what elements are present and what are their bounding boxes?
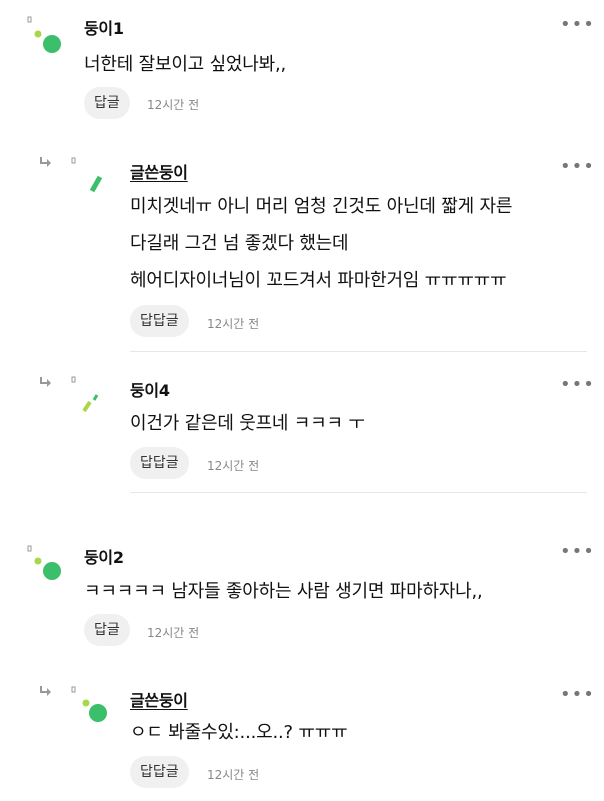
divider [130,492,587,493]
comment-time: 12시간 전 [147,626,200,640]
comment-line: 다길래 그건 넘 좋겠다 했는데 [130,233,349,254]
comment-author[interactable]: 둥이2 [84,544,124,568]
comment-author[interactable]: 둥이4 [130,377,170,401]
comment-author[interactable]: 글쓴둥이 [130,159,188,183]
comment-time: 12시간 전 [207,768,260,782]
more-options-icon[interactable]: ••• [560,543,595,561]
reply-button[interactable]: 답답글 [130,756,189,788]
more-options-icon[interactable]: ••• [560,686,595,704]
avatar[interactable] [70,684,114,728]
avatar[interactable] [26,14,70,58]
reply-arrow-icon [40,377,51,387]
comment-line: ㅇㄷ 봐줄수있:...오..? ㅠㅠㅠ [130,722,348,743]
avatar[interactable] [70,155,114,199]
more-options-icon[interactable]: ••• [560,16,595,34]
comment-line: 이건가 같은데 웃프네 ㅋㅋㅋ ㅜ [130,413,365,434]
avatar-dots-icon [27,16,61,53]
comment-line: 헤어디자이너님이 꼬드겨서 파마한거임 ㅠㅠㅠㅠㅠ [130,270,507,291]
comment-text: ㅇㄷ 봐줄수있:...오..? ㅠㅠㅠ [130,714,348,751]
comment-author[interactable]: 둥이1 [84,15,124,39]
more-options-icon[interactable]: ••• [560,158,595,176]
reply-button[interactable]: 답글 [84,87,130,119]
comment-line: 미치겟네ㅠ 아니 머리 엄청 긴것도 아닌데 짧게 자른 [130,196,513,217]
comment-time: 12시간 전 [207,317,260,331]
reply-arrow-icon [40,686,51,696]
comment-time: 12시간 전 [207,459,260,473]
reply-button[interactable]: 답글 [84,614,130,646]
comment-line: 너한테 잘보이고 싶었나봐,, [84,54,287,75]
comment-text: 이건가 같은데 웃프네 ㅋㅋㅋ ㅜ [130,405,365,442]
comment-text: 너한테 잘보이고 싶었나봐,, [84,46,286,83]
more-options-icon[interactable]: ••• [560,376,595,394]
avatar-dots-icon [71,686,107,722]
comment-author[interactable]: 글쓴둥이 [130,687,188,711]
reply-button[interactable]: 답답글 [130,447,189,479]
avatar-dots-icon [27,545,61,580]
divider [130,351,587,352]
comment-line: ㅋㅋㅋㅋㅋ 남자들 좋아하는 사람 생기면 파마하자나,, [84,581,483,602]
avatar-stroke-icon [71,157,103,193]
comment-text: ㅋㅋㅋㅋㅋ 남자들 좋아하는 사람 생기면 파마하자나,, [84,573,483,610]
reply-button[interactable]: 답답글 [130,305,189,337]
comment-time: 12시간 전 [147,98,200,112]
avatar[interactable] [26,543,70,587]
reply-arrow-icon [40,157,51,167]
comment-text: 미치겟네ㅠ 아니 머리 엄청 긴것도 아닌데 짧게 자른 다길래 그건 넘 좋겠… [130,188,512,299]
avatar[interactable] [70,374,114,418]
avatar-slash-icon [71,376,99,413]
